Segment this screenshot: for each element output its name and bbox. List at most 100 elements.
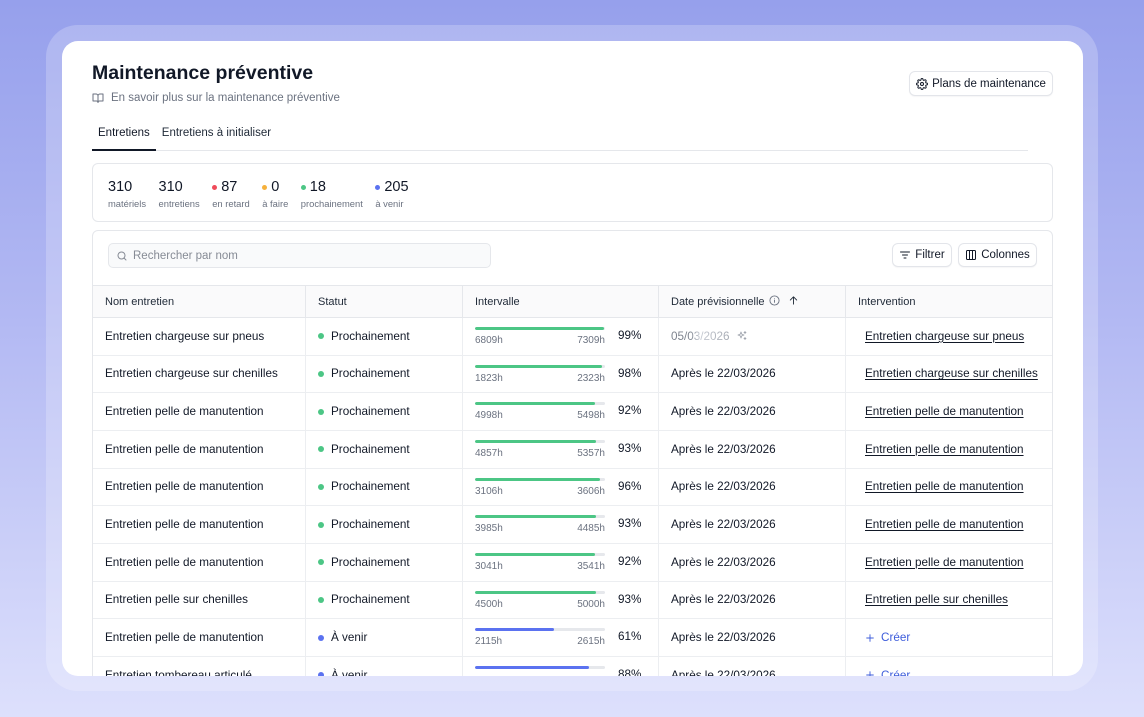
status-label: Prochainement: [331, 329, 410, 343]
tab-entretiens-a-initialiser[interactable]: Entretiens à initialiser: [156, 120, 277, 150]
learn-more-label: En savoir plus sur la maintenance préven…: [111, 92, 340, 104]
planned-date: 05/03/2026: [671, 329, 730, 343]
plus-icon: [865, 670, 875, 676]
column-header-status[interactable]: Statut: [305, 286, 462, 317]
cell-maintenance-name: Entretien pelle de manutention: [93, 469, 305, 506]
table-row[interactable]: Entretien pelle de manutention Prochainem…: [93, 506, 1052, 544]
interval-progress-fill: [475, 477, 600, 481]
maintenance-name: Entretien pelle de manutention: [105, 555, 264, 569]
cell-planned-date: Après le 22/03/2026: [658, 656, 845, 676]
cell-intervention: Entretien chargeuse sur chenilles: [845, 355, 1052, 393]
interval-progress-fill: [475, 439, 596, 443]
interval-end: 5357h: [577, 447, 605, 459]
column-header-interval[interactable]: Intervalle: [462, 286, 658, 317]
maintenance-name: Entretien pelle sur chenilles: [105, 593, 248, 607]
filter-icon: [899, 249, 911, 261]
table-row[interactable]: Entretien pelle de manutention Prochainem…: [93, 543, 1052, 582]
create-intervention-button[interactable]: Créer: [865, 669, 910, 676]
intervention-link[interactable]: Entretien pelle de manutention: [865, 556, 1024, 569]
intervention-link[interactable]: Entretien pelle sur chenilles: [865, 593, 1008, 606]
learn-more-link[interactable]: En savoir plus sur la maintenance préven…: [92, 91, 340, 105]
cell-interval: 3041h 3541h 92%: [462, 543, 658, 581]
cell-status: À venir: [305, 619, 462, 656]
intervention-link[interactable]: Entretien pelle de manutention: [865, 518, 1024, 531]
maintenance-name: Entretien pelle de manutention: [105, 480, 264, 494]
search-box[interactable]: [108, 243, 491, 268]
arrow-up-icon[interactable]: [788, 295, 799, 309]
cell-intervention: Créer: [845, 619, 1052, 656]
cell-interval: 4857h 5357h 93%: [462, 430, 658, 468]
stat-label: en retard: [212, 198, 250, 209]
table-row[interactable]: Entretien chargeuse sur pneus Prochaineme…: [93, 318, 1052, 356]
cell-interval: 4500h 5000h 93%: [462, 581, 658, 619]
stats-summary: 310 matériels 310 entretiens 87 en retard 0 à f…: [92, 163, 1053, 222]
info-icon[interactable]: [769, 294, 780, 309]
intervention-link[interactable]: Entretien pelle de manutention: [865, 405, 1024, 418]
interval-end: 2615h: [577, 636, 605, 648]
cell-maintenance-name: Entretien chargeuse sur pneus: [93, 318, 305, 355]
stat-value-row: 87: [212, 178, 250, 196]
interval-start: 3106h: [475, 485, 503, 497]
columns-icon: [965, 249, 977, 261]
table-row[interactable]: Entretien pelle de manutention Prochainem…: [93, 393, 1052, 431]
planned-date: Après le 22/03/2026: [671, 480, 776, 494]
search-input[interactable]: [133, 245, 473, 266]
cell-status: À venir: [305, 656, 462, 676]
interval-labels: 1823h 2323h: [475, 372, 605, 385]
cell-interval: 1823h 2323h 98%: [462, 355, 658, 393]
interval-progress-bar: [475, 628, 605, 632]
tab-entretiens[interactable]: Entretiens: [92, 120, 156, 151]
column-header-label: Nom entretien: [105, 295, 175, 308]
cell-planned-date: Après le 22/03/2026: [658, 355, 845, 393]
stat-label: matériels: [108, 198, 147, 209]
interval-end: 7309h: [577, 335, 605, 346]
status-label: Prochainement: [331, 593, 410, 607]
cell-interval: 6809h 7309h 99%: [462, 318, 658, 355]
status-label: Prochainement: [331, 480, 410, 494]
cell-interval: 3106h 3606h 96%: [462, 468, 658, 506]
interval-percent: 61%: [618, 630, 642, 644]
intervention-link[interactable]: Entretien chargeuse sur chenilles: [865, 367, 1038, 380]
interval-end: 3606h: [577, 485, 605, 497]
column-header-name[interactable]: Nom entretien: [93, 286, 305, 317]
column-header-date[interactable]: Date prévisionnelle: [658, 286, 845, 317]
status-dot: [318, 446, 324, 453]
status-label: Prochainement: [331, 405, 410, 419]
cell-planned-date: Après le 22/03/2026: [658, 543, 845, 581]
stat-value-row: 205: [375, 178, 409, 196]
interval-percent: 98%: [618, 366, 642, 380]
gear-icon: [916, 77, 929, 90]
status-dot: [318, 559, 324, 566]
interval-start: 4998h: [475, 410, 503, 422]
column-header-intervention[interactable]: Intervention: [845, 286, 1052, 317]
intervention-link[interactable]: Entretien pelle de manutention: [865, 443, 1024, 456]
cell-maintenance-name: Entretien tombereau articulé: [93, 657, 305, 676]
intervention-link[interactable]: Entretien pelle de manutention: [865, 480, 1024, 493]
table-row[interactable]: Entretien pelle de manutention Prochainem…: [93, 430, 1052, 469]
interval-progress-bar: [475, 327, 605, 330]
intervention-link[interactable]: Entretien chargeuse sur pneus: [865, 330, 1024, 343]
stat-value: 87: [221, 179, 238, 195]
planned-date: Après le 22/03/2026: [671, 668, 776, 676]
cell-intervention: Créer: [845, 656, 1052, 676]
columns-button[interactable]: Colonnes: [958, 243, 1037, 267]
table-row[interactable]: Entretien pelle de manutention À venir 211…: [93, 619, 1052, 657]
stat-label: à faire: [262, 198, 289, 209]
interval-percent: 93%: [618, 441, 642, 455]
cell-maintenance-name: Entretien chargeuse sur chenilles: [93, 356, 305, 393]
cell-planned-date: Après le 22/03/2026: [658, 506, 845, 543]
column-header-label: Intervalle: [475, 295, 520, 308]
filter-button[interactable]: Filtrer: [892, 243, 952, 267]
stat-value: 310: [158, 179, 183, 195]
table-row[interactable]: Entretien tombereau articulé À venir 88% Ap…: [93, 656, 1052, 676]
column-header-label: Statut: [318, 295, 347, 308]
interval-end: 5000h: [577, 598, 605, 610]
create-intervention-button[interactable]: Créer: [865, 631, 910, 644]
status-label: À venir: [331, 631, 368, 645]
table-row[interactable]: Entretien pelle de manutention Prochainem…: [93, 468, 1052, 507]
table-row[interactable]: Entretien pelle sur chenilles Prochaineme…: [93, 581, 1052, 620]
status-label: Prochainement: [331, 367, 410, 381]
maintenance-plans-button[interactable]: Plans de maintenance: [909, 71, 1053, 96]
table-row[interactable]: Entretien chargeuse sur chenilles Prochai…: [93, 355, 1052, 394]
stat-en-retard: 87 en retard: [212, 178, 250, 221]
